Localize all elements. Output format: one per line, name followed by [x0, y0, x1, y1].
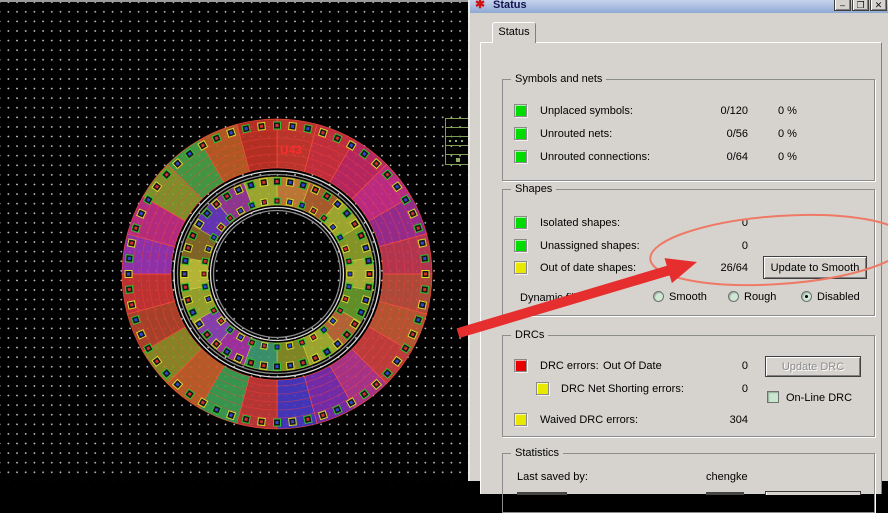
- online-drc-checkbox[interactable]: [767, 391, 779, 403]
- title-block-row: [446, 146, 468, 155]
- update-drc-button[interactable]: Update DRC: [765, 356, 861, 377]
- row-label: Out of date shapes:: [540, 262, 637, 274]
- status-row-waived-drc-errors: Waived DRC errors: 304: [503, 413, 874, 428]
- clipped-text-fragment: [517, 492, 567, 495]
- row-percent: 0 %: [778, 105, 797, 117]
- status-indicator[interactable]: [514, 104, 527, 117]
- title-block-row: [446, 128, 468, 137]
- radio-icon[interactable]: [801, 291, 812, 302]
- status-row-unplaced-symbols: Unplaced symbols: 0/120 0 %: [503, 104, 874, 119]
- status-row-isolated-shapes: Isolated shapes: 0: [503, 216, 874, 231]
- row-value: 0: [741, 360, 748, 372]
- row-value: 26/64: [720, 262, 748, 274]
- status-indicator[interactable]: [514, 261, 527, 274]
- dynamic-fill-label: Dynamic fill:: [520, 292, 580, 304]
- row-value: 0/64: [726, 151, 748, 163]
- dynamic-fill-row: Dynamic fill: Smooth Rough Disabled: [503, 291, 874, 306]
- group-statistics: Statistics Last saved by: chengke: [502, 447, 875, 513]
- group-symbols-and-nets: Symbols and nets Unplaced symbols: 0/120…: [502, 73, 875, 181]
- radio-disabled[interactable]: Disabled: [801, 291, 860, 305]
- group-title: DRCs: [511, 329, 549, 341]
- status-dialog: ✱ Status – ❐ ✕ Status Symbols and nets U…: [468, 0, 888, 513]
- row-label: Unrouted connections:: [540, 151, 651, 163]
- tab-status[interactable]: Status: [492, 22, 536, 43]
- row-value: 0: [741, 383, 748, 395]
- title-block-mark: [449, 140, 451, 142]
- group-shapes: Shapes Isolated shapes: 0 Unassigned sha…: [502, 183, 875, 316]
- row-label: Unplaced symbols:: [540, 105, 633, 117]
- online-drc-label: On-Line DRC: [786, 392, 853, 404]
- row-value: chengke: [706, 471, 748, 483]
- status-indicator[interactable]: [514, 150, 527, 163]
- allegro-app-icon: ✱: [475, 0, 486, 11]
- row-label: Waived DRC errors:: [540, 414, 638, 426]
- row-value: 0/56: [726, 128, 748, 140]
- dialog-titlebar[interactable]: ✱ Status – ❐ ✕: [470, 0, 888, 13]
- radio-rough[interactable]: Rough: [728, 291, 776, 305]
- status-indicator[interactable]: [514, 216, 527, 229]
- row-value: 304: [729, 414, 748, 426]
- group-drcs: DRCs DRC errors: Out Of Date 0 Update DR…: [502, 329, 875, 437]
- status-row-last-saved-by: Last saved by: chengke: [503, 470, 874, 485]
- group-title: Symbols and nets: [511, 73, 607, 85]
- title-block-row: [446, 155, 468, 164]
- clipped-text-fragment: [706, 492, 744, 495]
- row-value: 0: [741, 217, 748, 229]
- radio-label: Smooth: [669, 291, 707, 303]
- row-percent: 0 %: [778, 128, 797, 140]
- clipped-button[interactable]: [765, 491, 861, 495]
- status-row-unrouted-connections: Unrouted connections: 0/64 0 %: [503, 150, 874, 165]
- title-block-mark: [456, 158, 460, 162]
- maximize-button[interactable]: ❐: [852, 0, 869, 11]
- update-to-smooth-button[interactable]: Update to Smooth: [763, 256, 867, 279]
- radio-label: Rough: [744, 291, 777, 303]
- radio-icon[interactable]: [728, 291, 739, 302]
- row-label: Isolated shapes:: [540, 217, 621, 229]
- drawing-title-block: [445, 118, 468, 165]
- row-label: DRC errors:: [540, 360, 599, 372]
- status-indicator[interactable]: [514, 239, 527, 252]
- radio-label: Disabled: [817, 291, 860, 303]
- title-block-row: [446, 119, 468, 128]
- status-indicator[interactable]: [536, 382, 549, 395]
- row-label: DRC Net Shorting errors:: [561, 383, 684, 395]
- row-value: 0/120: [720, 105, 748, 117]
- dialog-body: Status Symbols and nets Unplaced symbols…: [470, 13, 888, 513]
- title-block-row: [446, 137, 468, 146]
- radio-smooth[interactable]: Smooth: [653, 291, 707, 305]
- status-indicator[interactable]: [514, 127, 527, 140]
- svg-text:U43: U43: [280, 143, 302, 157]
- row-label: Unrouted nets:: [540, 128, 613, 140]
- screenshot-root: { "window": { "title": "Status", "contro…: [0, 0, 888, 513]
- status-row-unassigned-shapes: Unassigned shapes: 0: [503, 239, 874, 254]
- status-row-unrouted-nets: Unrouted nets: 0/56 0 %: [503, 127, 874, 142]
- status-indicator[interactable]: [514, 413, 527, 426]
- dialog-title: Status: [493, 0, 527, 11]
- status-indicator[interactable]: [514, 359, 527, 372]
- row-percent: 0 %: [778, 151, 797, 163]
- title-block-mark: [461, 140, 463, 142]
- radio-icon[interactable]: [653, 291, 664, 302]
- title-block-mark: [455, 140, 457, 142]
- close-button[interactable]: ✕: [870, 0, 887, 11]
- minimize-button[interactable]: –: [834, 0, 851, 11]
- pcb-ring-layout[interactable]: U43: [0, 2, 468, 483]
- group-title: Statistics: [511, 447, 564, 459]
- group-title: Shapes: [511, 183, 557, 195]
- design-canvas[interactable]: U43: [0, 0, 468, 481]
- row-label: Last saved by:: [517, 471, 588, 483]
- row-label: Unassigned shapes:: [540, 240, 640, 252]
- row-sublabel: Out Of Date: [603, 360, 662, 372]
- row-value: 0: [741, 240, 748, 252]
